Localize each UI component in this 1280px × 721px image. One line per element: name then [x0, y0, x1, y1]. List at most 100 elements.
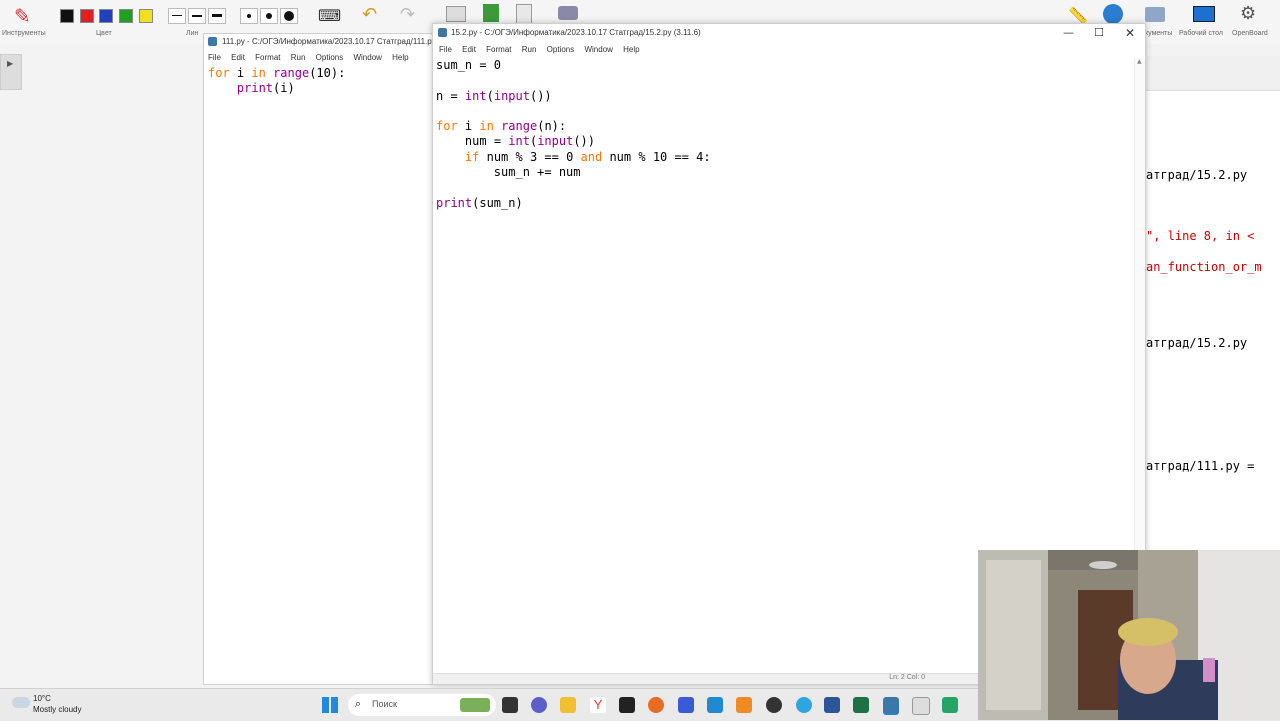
menu-window[interactable]: Window — [353, 53, 381, 62]
minimize-icon[interactable]: — — [1063, 24, 1074, 42]
weather-cloud-icon[interactable] — [12, 697, 30, 708]
color-red-swatch[interactable] — [80, 9, 94, 23]
dot-small-option[interactable] — [240, 8, 258, 24]
code-line[interactable] — [436, 180, 1142, 195]
color-yellow-swatch[interactable] — [139, 9, 153, 23]
line-medium-option[interactable] — [188, 8, 206, 24]
status-position: Ln: 2 Col: 0 — [889, 674, 925, 681]
calendar-icon[interactable] — [678, 697, 694, 713]
desktop-icon[interactable] — [1193, 6, 1215, 22]
code-token: sum_n — [479, 195, 516, 210]
shell-line: атград/15.2.py — [1146, 336, 1248, 350]
code-token: ) — [515, 195, 523, 210]
chat-icon[interactable] — [531, 697, 547, 713]
code-token: for — [208, 66, 230, 80]
menu-run[interactable]: Run — [522, 45, 537, 54]
menu-edit[interactable]: Edit — [462, 45, 476, 54]
excel-icon[interactable] — [853, 697, 869, 713]
code-line[interactable]: print(i) — [208, 81, 440, 96]
menu-format[interactable]: Format — [486, 45, 511, 54]
code-line[interactable]: print(sum_n) — [436, 196, 1142, 211]
task-view-icon[interactable] — [502, 697, 518, 713]
vscode-icon[interactable] — [707, 697, 723, 713]
firefox-icon[interactable] — [648, 697, 664, 713]
window-title-bar[interactable]: 111.py - C:/ОГЭ/Информатика/2023.10.17 С… — [204, 34, 444, 50]
window-title-bar[interactable]: 15.2.py - C:/ОГЭ/Информатика/2023.10.17 … — [433, 24, 1145, 42]
window-title: 15.2.py - C:/ОГЭ/Информатика/2023.10.17 … — [451, 28, 701, 37]
idle-window-111[interactable]: 111.py - C:/ОГЭ/Информатика/2023.10.17 С… — [203, 33, 445, 685]
menu-edit[interactable]: Edit — [231, 53, 245, 62]
menu-window[interactable]: Window — [584, 45, 612, 54]
telegram-icon[interactable] — [796, 697, 812, 713]
python-icon — [438, 28, 447, 37]
python-taskbar-icon[interactable] — [883, 697, 899, 715]
code-line[interactable]: if num % 3 == 0 and num % 10 == 4: — [436, 150, 1142, 165]
folder-icon[interactable] — [1145, 7, 1165, 22]
keyboard-icon[interactable]: ⌨ — [318, 6, 341, 25]
menu-file[interactable]: File — [208, 53, 221, 62]
settings-icon[interactable]: ⚙ — [1240, 3, 1256, 24]
code-token: range — [501, 119, 538, 134]
terminal-icon[interactable] — [619, 697, 635, 713]
explorer-icon[interactable] — [560, 697, 576, 713]
menu-bar: File Edit Format Run Options Window Help — [433, 42, 1145, 58]
shell-window-fragment[interactable]: атград/15.2.py ", line 8, in < an_functi… — [1145, 56, 1280, 550]
dot-large-option[interactable] — [280, 8, 298, 24]
close-icon[interactable]: ✕ — [1125, 24, 1135, 42]
color-blue-swatch[interactable] — [99, 9, 113, 23]
code-token: ()) — [573, 134, 596, 149]
maximize-icon[interactable]: ☐ — [1094, 24, 1104, 42]
line-thick-option[interactable] — [208, 8, 226, 24]
globe-icon[interactable] — [1103, 4, 1123, 24]
shell-header — [1146, 56, 1280, 91]
color-black-swatch[interactable] — [60, 9, 74, 23]
code-editor[interactable]: sum_n = 0 n = int(input()) for i in rang… — [433, 58, 1145, 211]
page-green-icon[interactable] — [483, 4, 499, 22]
whiteboard-icon[interactable] — [912, 697, 930, 715]
menu-help[interactable]: Help — [623, 45, 639, 54]
menu-file[interactable]: File — [439, 45, 452, 54]
sublime-icon[interactable] — [736, 697, 752, 713]
code-token: sum_n — [436, 58, 473, 72]
page-icon[interactable] — [516, 4, 532, 24]
word-icon[interactable] — [824, 697, 840, 713]
sheets-icon[interactable] — [942, 697, 958, 713]
gamepad-icon[interactable] — [558, 6, 578, 20]
code-token: sum_n — [493, 165, 530, 180]
code-line[interactable]: for i in range(10): — [208, 66, 440, 81]
menu-options[interactable]: Options — [547, 45, 575, 54]
windows-start-icon[interactable] — [322, 697, 338, 713]
code-line[interactable]: num = int(input()) — [436, 134, 1142, 149]
window-title: 111.py - C:/ОГЭ/Информатика/2023.10.17 С… — [222, 37, 436, 46]
pen-tool-icon[interactable]: ✎ — [14, 4, 31, 28]
code-line[interactable]: for i in range(n): — [436, 119, 1142, 134]
weather-desc[interactable]: Mostly cloudy — [33, 705, 81, 714]
menu-options[interactable]: Options — [316, 53, 344, 62]
code-token: if — [464, 149, 480, 164]
weather-temp[interactable]: 10°C — [33, 694, 51, 703]
dot-medium-option[interactable] — [260, 8, 278, 24]
scroll-up-icon[interactable]: ▲ — [1137, 58, 1142, 65]
code-line[interactable]: sum_n = 0 — [436, 58, 1142, 73]
code-line[interactable] — [436, 104, 1142, 119]
github-icon[interactable] — [766, 697, 782, 713]
code-line[interactable] — [436, 73, 1142, 88]
line-thin-option[interactable] — [168, 8, 186, 24]
code-line[interactable]: sum_n += num — [436, 165, 1142, 180]
menu-run[interactable]: Run — [291, 53, 306, 62]
code-token: n — [544, 119, 552, 134]
yandex-icon[interactable]: Y — [590, 697, 606, 713]
code-editor[interactable]: for i in range(10): print(i) — [204, 66, 444, 97]
color-green-swatch[interactable] — [119, 9, 133, 23]
menu-help[interactable]: Help — [392, 53, 408, 62]
documents-label: кументы — [1145, 30, 1173, 37]
undo-icon[interactable]: ↶ — [362, 4, 377, 25]
board-icon[interactable] — [446, 6, 466, 22]
side-collapse-panel[interactable]: ▶ — [0, 54, 22, 90]
redo-icon[interactable]: ↷ — [400, 4, 415, 25]
menu-format[interactable]: Format — [255, 53, 280, 62]
search-box[interactable]: ⌕ Поиск — [348, 694, 496, 716]
code-line[interactable]: n = int(input()) — [436, 89, 1142, 104]
